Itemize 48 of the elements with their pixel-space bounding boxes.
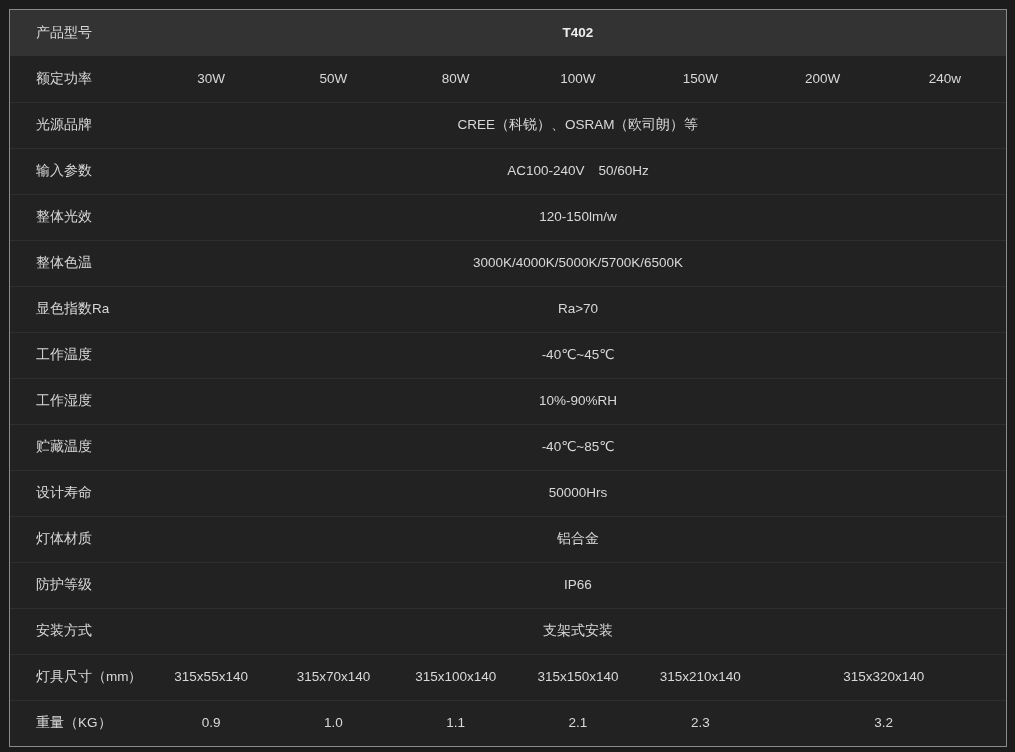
row-label: 重量（KG）: [10, 700, 150, 746]
row-label: 光源品牌: [10, 102, 150, 148]
row-label: 设计寿命: [10, 470, 150, 516]
table-cell: 315x150x140: [516, 654, 640, 700]
table-cell: 0.9: [150, 700, 273, 746]
model-value: T402: [150, 10, 1006, 56]
table-cell: 315x210x140: [639, 654, 762, 700]
header-label: 产品型号: [10, 10, 150, 56]
table-cell: 铝合金: [150, 516, 1006, 562]
table-cell: 50W: [272, 56, 395, 102]
table-cell: 100W: [516, 56, 640, 102]
table-cell: 1.1: [394, 700, 517, 746]
table-cell: AC100-240V 50/60Hz: [150, 148, 1006, 194]
row-label: 工作湿度: [10, 378, 150, 424]
row-label: 整体光效: [10, 194, 150, 240]
table-cell: 315x100x140: [394, 654, 517, 700]
table-cell: 315x70x140: [272, 654, 395, 700]
table-cell: 2.1: [516, 700, 640, 746]
table-cell: 315x55x140: [150, 654, 273, 700]
row-label: 显色指数Ra: [10, 286, 150, 332]
table-cell: Ra>70: [150, 286, 1006, 332]
table-cell: -40℃~85℃: [150, 424, 1006, 470]
table-cell: 3.2: [761, 700, 1006, 746]
row-label: 输入参数: [10, 148, 150, 194]
row-label: 安装方式: [10, 608, 150, 654]
table-cell: 150W: [639, 56, 762, 102]
row-label: 整体色温: [10, 240, 150, 286]
table-cell: 1.0: [272, 700, 395, 746]
row-label: 灯体材质: [10, 516, 150, 562]
table-cell: 120-150lm/w: [150, 194, 1006, 240]
table-cell: 50000Hrs: [150, 470, 1006, 516]
row-label: 贮藏温度: [10, 424, 150, 470]
row-label: 灯具尺寸（mm）: [10, 654, 150, 700]
table-cell: 200W: [761, 56, 884, 102]
row-label: 工作温度: [10, 332, 150, 378]
table-cell: 315x320x140: [761, 654, 1006, 700]
table-cell: 240w: [883, 56, 1006, 102]
table-cell: 支架式安装: [150, 608, 1006, 654]
table-cell: 80W: [394, 56, 517, 102]
table-cell: -40℃~45℃: [150, 332, 1006, 378]
table-cell: 30W: [150, 56, 273, 102]
table-cell: 10%-90%RH: [150, 378, 1006, 424]
row-label: 防护等级: [10, 562, 150, 608]
table-cell: 3000K/4000K/5000K/5700K/6500K: [150, 240, 1006, 286]
table-cell: CREE（科锐）、OSRAM（欧司朗）等: [150, 102, 1006, 148]
row-label: 额定功率: [10, 56, 150, 102]
table-cell: IP66: [150, 562, 1006, 608]
table-cell: 2.3: [639, 700, 762, 746]
